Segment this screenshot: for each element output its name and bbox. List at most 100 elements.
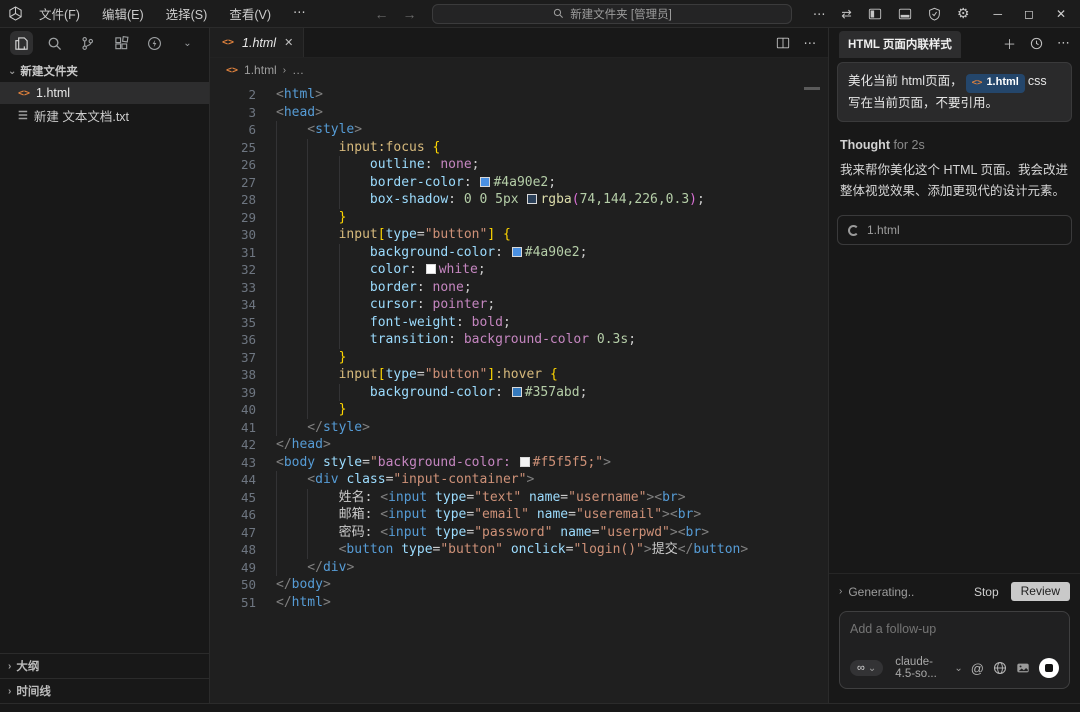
breadcrumb-more[interactable]: …: [292, 63, 304, 77]
history-icon[interactable]: [1030, 37, 1043, 50]
folder-root[interactable]: ⌄ 新建文件夹: [0, 58, 209, 82]
code-line[interactable]: 34 cursor: pointer;: [210, 296, 828, 314]
model-selector[interactable]: claude-4.5-so... ⌄: [895, 656, 963, 680]
nav-forward-icon[interactable]: →: [402, 6, 416, 22]
color-swatch[interactable]: [425, 264, 436, 274]
source-control-icon[interactable]: [76, 31, 99, 55]
at-mention-icon[interactable]: @: [971, 661, 984, 676]
color-swatch[interactable]: [511, 386, 522, 397]
stop-generation-button[interactable]: [1039, 658, 1059, 678]
user-message-text: 美化当前 html页面，: [848, 74, 963, 88]
color-swatch[interactable]: [519, 456, 530, 467]
code-line[interactable]: 2 <html>: [210, 86, 828, 104]
follow-up-input[interactable]: Add a follow-up ∞ ⌄ claude-4.5-so... ⌄ @: [839, 611, 1070, 689]
code-line[interactable]: 44 <div class="input-container">: [210, 471, 828, 489]
color-swatch[interactable]: [480, 176, 491, 187]
code-line[interactable]: 25 input:focus {: [210, 139, 828, 157]
code-line[interactable]: 48 <button type="button" onclick="login()…: [210, 541, 828, 559]
chevron-right-icon[interactable]: ›: [839, 586, 842, 597]
code-line[interactable]: 42 </head>: [210, 436, 828, 454]
code-line[interactable]: 32 color: white;: [210, 261, 828, 279]
code-line[interactable]: 27 border-color: #4a90e2;: [210, 174, 828, 192]
breadcrumb-file[interactable]: 1.html: [244, 63, 277, 77]
file-item-1.html[interactable]: <> 1.html: [0, 82, 209, 104]
layout-sidebar-icon[interactable]: [868, 7, 882, 21]
code-line[interactable]: 29}: [210, 209, 828, 227]
code-line[interactable]: 30 input[type="button"] {: [210, 226, 828, 244]
split-editor-icon[interactable]: [776, 36, 790, 50]
agent-mode-selector[interactable]: ∞ ⌄: [850, 660, 884, 676]
nav-back-icon[interactable]: ←: [374, 6, 388, 22]
more-actions-icon[interactable]: ⋯: [813, 6, 826, 21]
tab-close-icon[interactable]: ✕: [284, 36, 293, 49]
explorer-icon[interactable]: [10, 31, 34, 55]
file-item-新建 文本文档.txt[interactable]: ☰ 新建 文本文档.txt: [0, 104, 209, 126]
color-swatch[interactable]: [511, 246, 522, 257]
code-line[interactable]: 39 background-color: #357abd;: [210, 384, 828, 402]
code-line[interactable]: 33 border: none;: [210, 279, 828, 297]
code-line[interactable]: 38 input[type="button"]:hover {: [210, 366, 828, 384]
line-number: 46: [240, 507, 256, 522]
minimize-button[interactable]: ─: [993, 7, 1002, 21]
close-button[interactable]: ✕: [1056, 7, 1066, 21]
chevron-down-icon[interactable]: ⌄: [176, 31, 199, 55]
code-line[interactable]: 31 background-color: #4a90e2;: [210, 244, 828, 262]
code-line[interactable]: 26 outline: none;: [210, 156, 828, 174]
panel-header-时间线[interactable]: › 时间线: [0, 678, 209, 703]
chevron-right-icon: ›: [282, 64, 287, 76]
panel-header-大纲[interactable]: › 大纲: [0, 653, 209, 678]
menu-item-2[interactable]: 选择(S): [157, 1, 217, 26]
code-line[interactable]: 28 box-shadow: 0 0 5px rgba(74,144,226,0.…: [210, 191, 828, 209]
code-line[interactable]: 41 </style>: [210, 419, 828, 437]
file-chip[interactable]: <> 1.html: [965, 74, 1025, 93]
file-edit-progress-card[interactable]: 1.html: [837, 215, 1072, 246]
thought-summary[interactable]: Thought for 2s: [840, 138, 1069, 152]
code-line[interactable]: 36 transition: background-color 0.3s;: [210, 331, 828, 349]
sidebar-bottom-panels: › 大纲 › 时间线: [0, 653, 209, 703]
code-line[interactable]: 37}: [210, 349, 828, 367]
image-icon[interactable]: [1016, 661, 1030, 675]
layout-panel-icon[interactable]: [898, 7, 912, 21]
maximize-button[interactable]: ◻: [1024, 7, 1034, 21]
shield-icon[interactable]: [928, 7, 941, 21]
minimap-slider[interactable]: [804, 87, 820, 90]
code-line[interactable]: 50 </body>: [210, 576, 828, 594]
line-number: 25: [240, 139, 256, 155]
lightning-circle-icon[interactable]: [143, 31, 166, 55]
code-line[interactable]: 51 </html>: [210, 594, 828, 612]
editor-group: <> 1.html ✕ ⋯ <> 1.html › … 2 <html> 3 <…: [210, 28, 828, 703]
code-line[interactable]: 47 密码: <input type="password" name="userp…: [210, 524, 828, 542]
code-editor[interactable]: 2 <html> 3 <head> 6 <style> 25 input:focus {26 o…: [210, 82, 828, 703]
code-line[interactable]: 46 邮箱: <input type="email" name="useremai…: [210, 506, 828, 524]
code-line[interactable]: 45 姓名: <input type="text" name="username"…: [210, 489, 828, 507]
search-sidebar-icon[interactable]: [43, 31, 66, 55]
editor-more-icon[interactable]: ⋯: [804, 35, 817, 50]
stop-button[interactable]: Stop: [974, 585, 999, 599]
swap-arrows-icon[interactable]: ⇄: [841, 6, 851, 21]
code-line[interactable]: 3 <head>: [210, 104, 828, 122]
code-line[interactable]: 40}: [210, 401, 828, 419]
line-number: 34: [240, 297, 256, 312]
chat-session-tab[interactable]: HTML 页面内联样式: [839, 31, 961, 58]
code-line[interactable]: 35 font-weight: bold;: [210, 314, 828, 332]
menu-item-3[interactable]: 查看(V): [220, 1, 280, 26]
code-line[interactable]: 43 <body style="background-color: #f5f5f5…: [210, 454, 828, 472]
new-chat-icon[interactable]: ＋: [1003, 34, 1016, 53]
review-button[interactable]: Review: [1010, 582, 1070, 601]
menu-item-0[interactable]: 文件(F): [30, 1, 89, 26]
menu-item-4[interactable]: ⋯: [284, 1, 315, 26]
color-swatch[interactable]: [527, 194, 538, 204]
html-file-icon: <>: [18, 87, 31, 99]
chat-more-icon[interactable]: ⋯: [1057, 35, 1070, 51]
breadcrumb[interactable]: <> 1.html › …: [210, 58, 828, 82]
menu-item-1[interactable]: 编辑(E): [93, 1, 153, 26]
globe-icon[interactable]: [993, 661, 1007, 675]
command-center[interactable]: 新建文件夹 [管理员]: [432, 3, 793, 24]
extensions-icon[interactable]: [110, 31, 133, 55]
window-title: 新建文件夹 [管理员]: [570, 8, 672, 21]
code-line[interactable]: 49 </div>: [210, 559, 828, 577]
tab-1html[interactable]: <> 1.html ✕: [210, 28, 305, 57]
code-line[interactable]: 6 <style>: [210, 121, 828, 139]
html-file-icon: <>: [971, 78, 983, 88]
settings-gear-icon[interactable]: ⚙: [957, 5, 970, 22]
